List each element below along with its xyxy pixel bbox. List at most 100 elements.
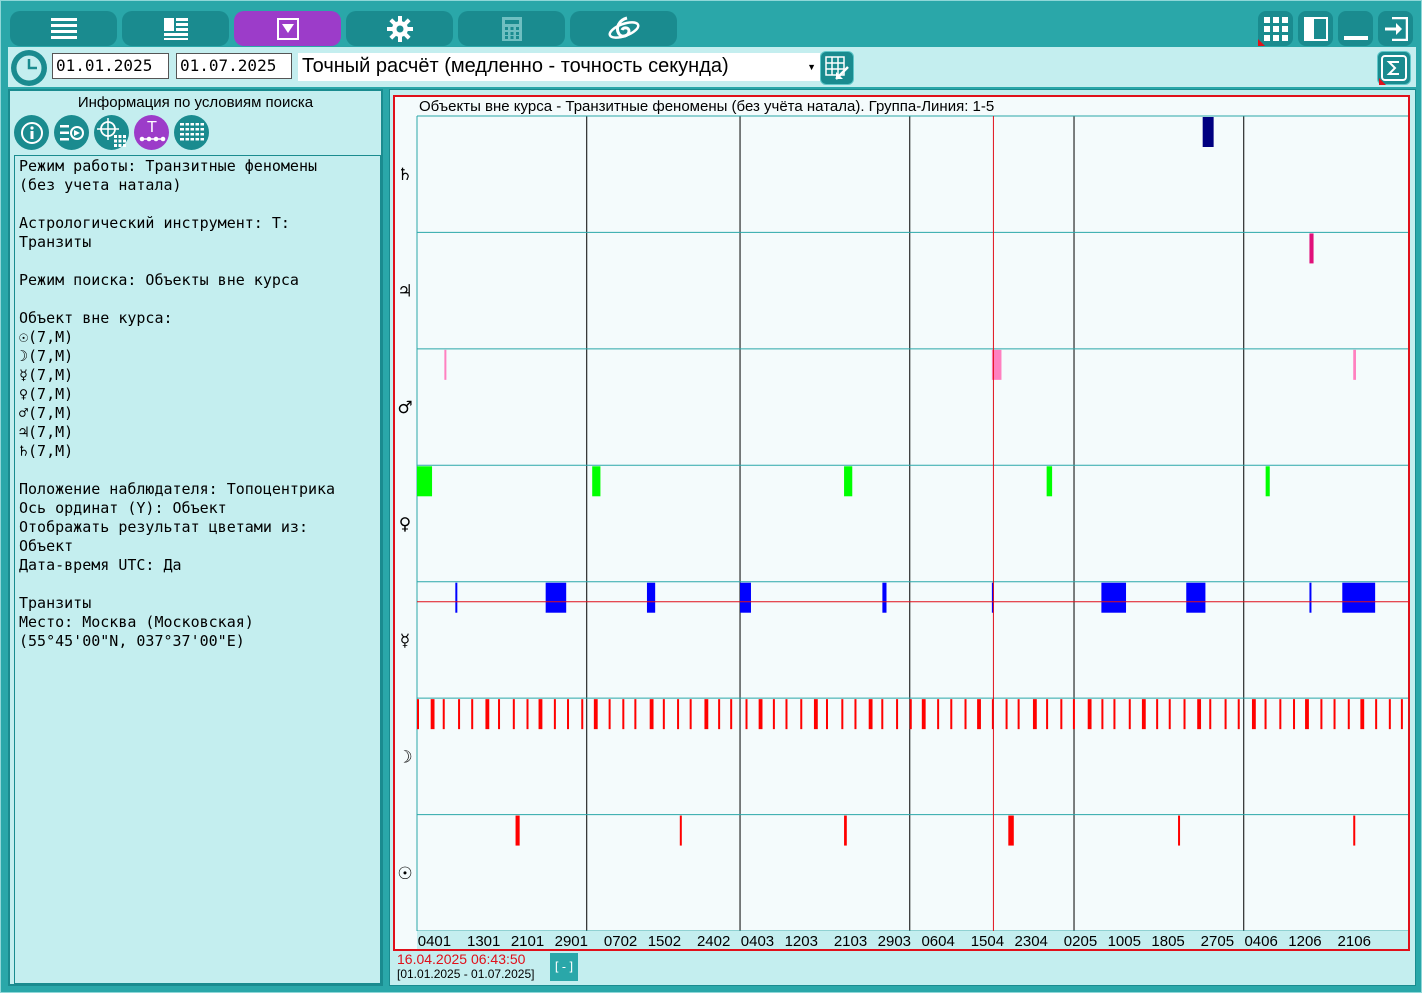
interval-bar (1186, 582, 1206, 613)
interval-bar (1224, 699, 1227, 730)
dashboard-tab-button[interactable] (122, 11, 229, 46)
clock-icon (13, 52, 45, 84)
x-tick-label: 2705 (1201, 933, 1234, 949)
interval-bar (844, 466, 853, 497)
interval-bar (977, 699, 981, 730)
interval-bar (458, 699, 461, 730)
calculation-mode-select[interactable]: Точный расчёт (медленно - точность секун… (298, 53, 820, 81)
interval-bar (1168, 699, 1171, 730)
interval-bar (758, 699, 763, 730)
interval-bar (1008, 815, 1014, 846)
export-button[interactable] (54, 115, 89, 150)
interval-bar (1197, 699, 1202, 730)
clock-button[interactable] (11, 50, 47, 86)
interval-bar (1237, 699, 1240, 730)
x-tick-label: 1206 (1288, 933, 1321, 949)
crosshair-grid-button[interactable] (94, 115, 129, 150)
interval-bar (515, 815, 520, 846)
transit-button[interactable]: T (134, 115, 169, 150)
chart-panel: ♄ ♃ ♂ ♀ ☿ ☽ ☉ 0401 1301 2101 2901 0702 1502 2402 0403 1… (389, 89, 1416, 986)
collapse-button[interactable]: [-] (550, 953, 578, 981)
cursor-datetime: 16.04.2025 06:43:50 (397, 951, 526, 967)
search-conditions-text: Режим работы: Транзитные феномены (без у… (14, 155, 381, 984)
interval-bar (455, 582, 458, 613)
interval-bar (677, 699, 680, 730)
interval-bar (646, 582, 656, 613)
interval-bar (718, 699, 721, 730)
date-to-input[interactable]: 01.07.2025 (176, 53, 292, 79)
interval-bar (545, 582, 567, 613)
interval-bar (1333, 699, 1336, 730)
interval-bar (622, 699, 625, 730)
interval-bar (444, 349, 447, 380)
interval-bar (950, 699, 953, 730)
x-tick-label: 2304 (1015, 933, 1048, 949)
x-tick-label: 0205 (1064, 933, 1097, 949)
interval-bar (937, 699, 940, 730)
search-info-panel: Информация по условиям поиска T Режим ра… (8, 89, 383, 986)
date-from-input[interactable]: 01.01.2025 (52, 53, 169, 79)
interval-bar (498, 699, 501, 730)
app-window: 01.01.2025 01.07.2025 Точный расчёт (мед… (0, 0, 1422, 993)
minimize-icon (1343, 35, 1368, 40)
gear-icon (386, 15, 413, 42)
x-tick-label: 2402 (697, 933, 730, 949)
filter-tab-button[interactable] (234, 11, 341, 46)
interval-bar (1005, 699, 1008, 730)
interval-bar (1017, 699, 1020, 730)
info-button[interactable] (14, 115, 49, 150)
interval-bar (1320, 699, 1323, 730)
logo-tab-button[interactable] (570, 11, 677, 46)
interval-bar (800, 699, 803, 730)
x-tick-label: 1203 (785, 933, 818, 949)
panel-title: Информация по условиям поиска (77, 94, 314, 111)
interval-bar (442, 699, 445, 730)
interval-bar (1202, 117, 1214, 147)
interval-bar (1072, 699, 1075, 730)
interval-bar (1032, 699, 1037, 730)
minimize-button[interactable] (1338, 11, 1373, 46)
interval-bar (1264, 699, 1267, 730)
interval-bar (538, 699, 543, 730)
x-tick-label: 1301 (467, 933, 500, 949)
interval-bar (1342, 582, 1376, 613)
list-tab-button[interactable] (10, 11, 117, 46)
x-tick-label: 1005 (1108, 933, 1141, 949)
x-tick-label: 2903 (878, 933, 911, 949)
interval-bar (417, 699, 419, 730)
calculator-icon (501, 16, 522, 41)
list-lines-button[interactable] (174, 115, 209, 150)
row-symbol: ☽ (397, 747, 412, 767)
interval-bar (772, 699, 775, 730)
chart-frame[interactable]: ♄ ♃ ♂ ♀ ☿ ☽ ☉ 0401 1301 2101 2901 0702 1502 2402 0403 1… (393, 95, 1410, 951)
x-tick-label: 0604 (921, 933, 954, 949)
calculate-button[interactable] (820, 51, 854, 85)
exit-icon (1384, 16, 1408, 41)
interval-bar (1375, 699, 1378, 730)
row-symbol: ☿ (400, 631, 410, 651)
interval-bar (841, 699, 844, 730)
interval-bar (689, 699, 692, 730)
interval-bar (909, 699, 912, 730)
settings-tab-button[interactable] (346, 11, 453, 46)
interval-bar (1087, 699, 1092, 730)
grid-icon (1263, 16, 1288, 41)
interval-bar (881, 699, 884, 730)
timeline-chart[interactable]: ♄ ♃ ♂ ♀ ☿ ☽ ☉ 0401 1301 2101 2901 0702 1502 2402 0403 1… (395, 97, 1408, 949)
interval-bar (844, 815, 847, 846)
interval-bar (471, 699, 474, 730)
x-tick-label: 0401 (418, 933, 451, 949)
interval-bar (868, 699, 873, 730)
interval-bar (649, 699, 654, 730)
interval-bar (593, 699, 598, 730)
x-tick-label: 1504 (971, 933, 1004, 949)
interval-bar (704, 699, 709, 730)
interval-bar (592, 466, 601, 497)
x-tick-label: 0702 (604, 933, 637, 949)
calculator-tab-button[interactable] (458, 11, 565, 46)
panel-toggle-button[interactable] (1298, 11, 1333, 46)
interval-bar (825, 699, 828, 730)
interval-bar (964, 699, 967, 730)
interval-bar (1309, 233, 1314, 264)
exit-button[interactable] (1378, 11, 1413, 46)
